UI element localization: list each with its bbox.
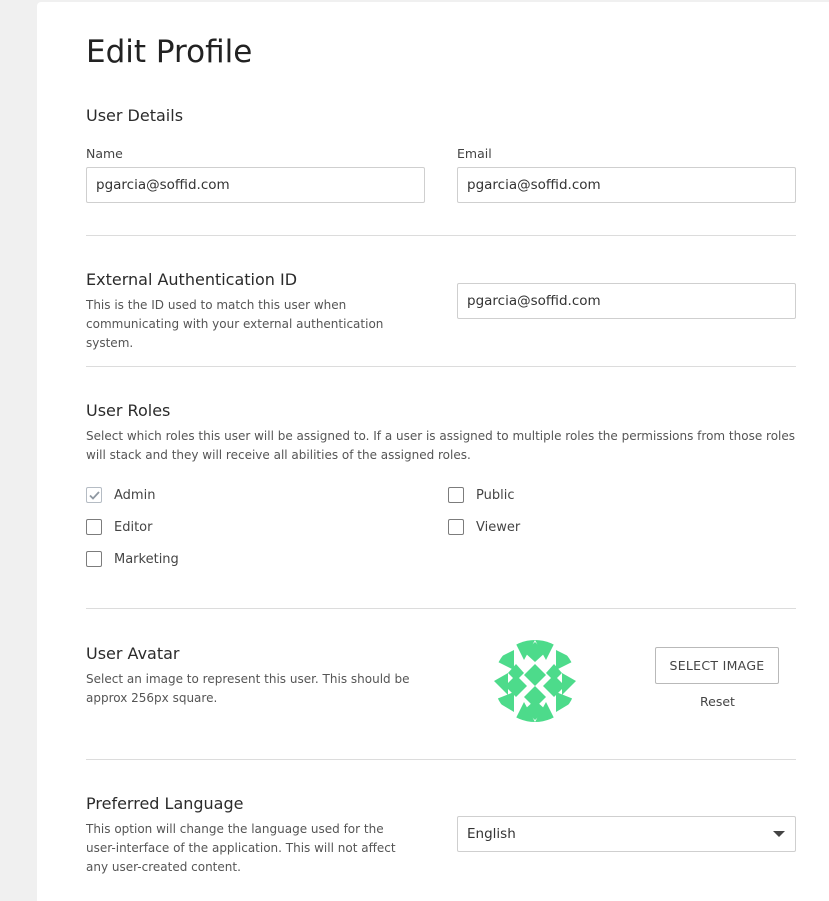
external-auth-heading: External Authentication ID [86,270,298,289]
divider [86,759,796,760]
role-public-label: Public [476,487,515,503]
email-input[interactable] [457,167,796,203]
user-avatar-description: Select an image to represent this user. … [86,672,410,705]
edit-profile-card: Edit Profile User Details Name Email Ext… [37,2,829,901]
external-auth-description: This is the ID used to match this user w… [86,298,384,350]
page-title: Edit Profile [86,34,253,70]
check-icon [88,490,100,500]
role-editor-checkbox[interactable] [86,519,102,535]
role-admin[interactable]: Admin [86,486,155,504]
user-roles-description: Select which roles this user will be ass… [86,429,796,462]
role-marketing-checkbox[interactable] [86,551,102,567]
select-image-button[interactable]: SELECT IMAGE [655,647,779,684]
external-auth-id-input[interactable] [457,283,796,319]
avatar-pattern [494,640,576,722]
language-select-value: English [467,826,516,842]
name-input[interactable] [86,167,425,203]
user-roles-heading: User Roles [86,401,171,420]
divider [86,608,796,609]
role-public[interactable]: Public [448,486,514,504]
user-details-heading: User Details [86,106,184,125]
caret-down-icon [773,831,785,837]
role-editor-label: Editor [114,519,153,535]
avatar [494,640,576,722]
role-public-checkbox[interactable] [448,487,464,503]
user-avatar-heading: User Avatar [86,644,180,663]
divider [86,366,796,367]
email-label: Email [457,146,492,161]
preferred-language-heading: Preferred Language [86,794,244,813]
role-viewer[interactable]: Viewer [448,518,520,536]
role-marketing-label: Marketing [114,551,179,567]
role-viewer-checkbox[interactable] [448,519,464,535]
name-label: Name [86,146,123,161]
role-admin-label: Admin [114,487,156,503]
avatar-identicon [494,640,576,722]
role-admin-checkbox[interactable] [86,487,102,503]
role-marketing[interactable]: Marketing [86,550,179,568]
preferred-language-description: This option will change the language use… [86,822,396,874]
role-viewer-label: Viewer [476,519,521,535]
language-select[interactable]: English [457,816,796,852]
reset-avatar-link[interactable]: Reset [700,694,735,709]
divider [86,235,796,236]
role-editor[interactable]: Editor [86,518,152,536]
